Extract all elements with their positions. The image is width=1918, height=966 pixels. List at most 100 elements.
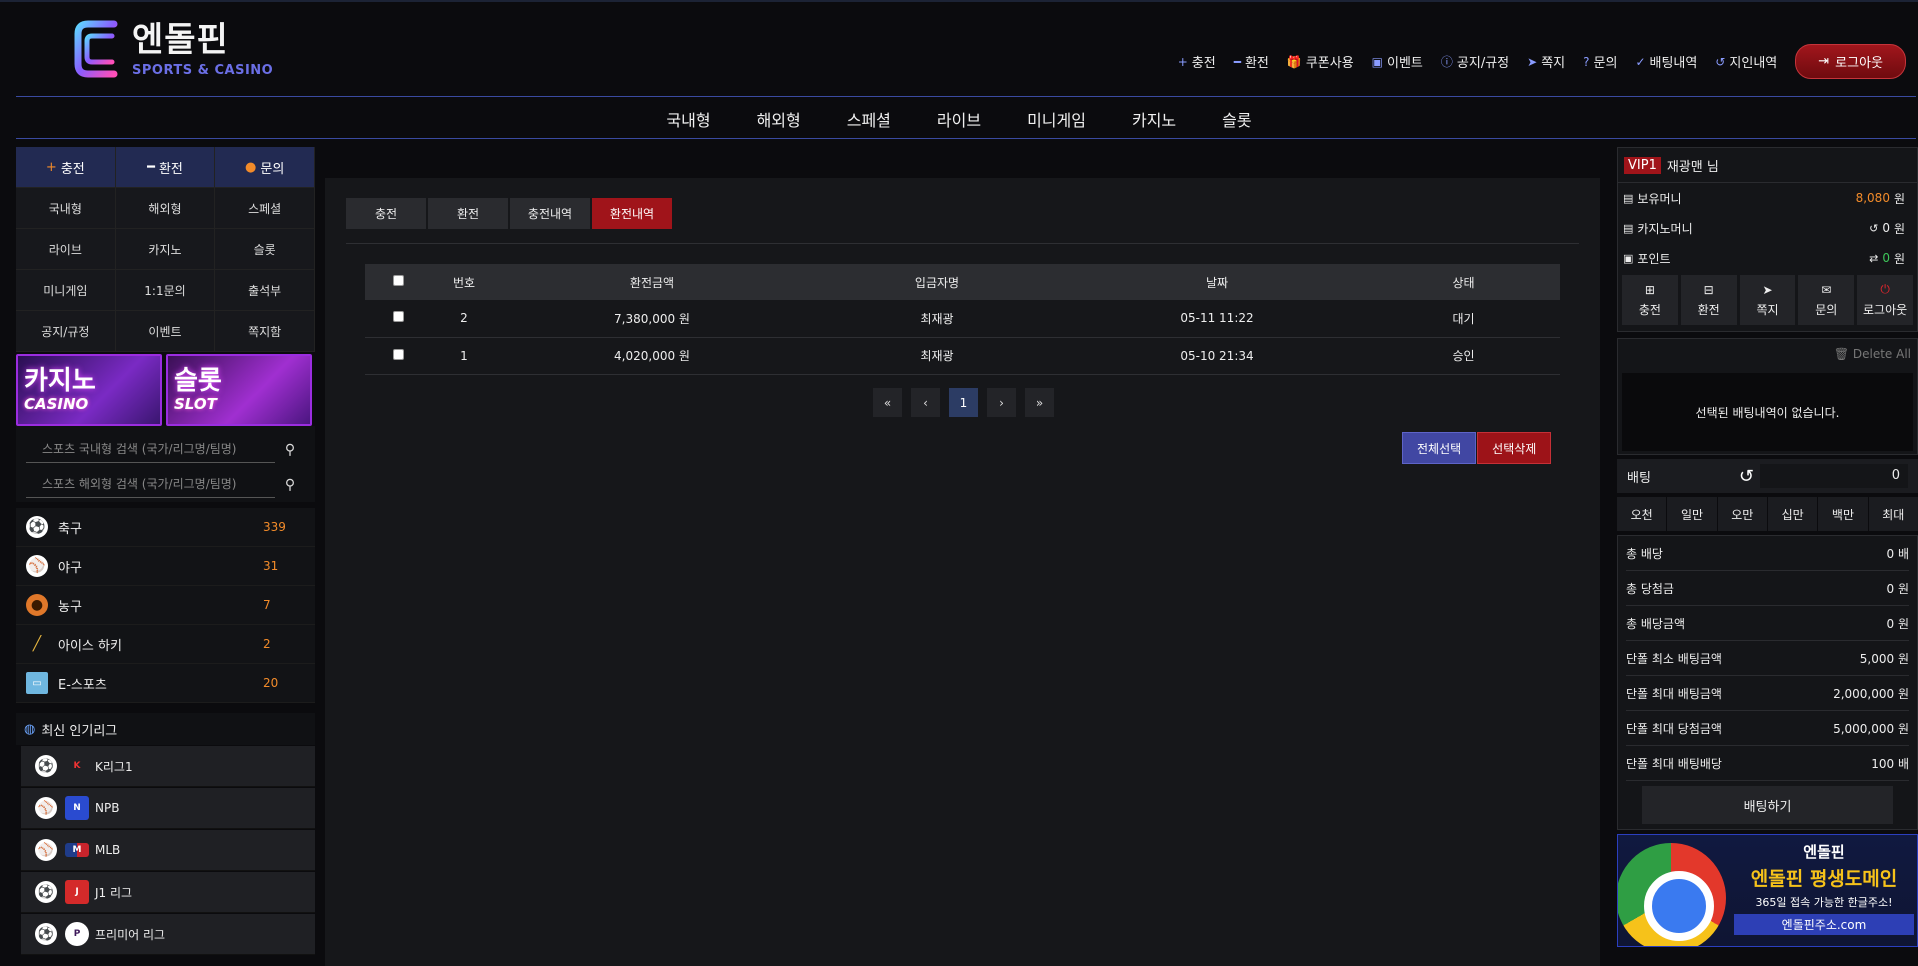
sport-count: 2 [263,637,271,651]
table-actions: 전체선택 선택삭제 [1402,432,1552,464]
select-all-checkbox[interactable] [392,275,404,286]
quick-logout-button[interactable]: ⏻ 로그아웃 [1857,275,1913,325]
left-menu-item[interactable]: 1:1문의 [115,270,216,311]
left-menu-item[interactable]: 스페셜 [215,188,315,229]
sport-item-esports[interactable]: ▭ E-스포츠 20 [16,664,315,703]
exchange-icon[interactable]: ⇄ [1869,252,1878,265]
left-menu-item[interactable]: 출석부 [215,270,315,311]
row-checkbox[interactable] [392,311,404,323]
soccer-icon: ⚽ [26,516,48,538]
left-withdraw-button[interactable]: ━ 환전 [115,147,216,188]
amount-10000-button[interactable]: 일만 [1667,497,1717,531]
casino-money-label: 카지노머니 [1637,221,1693,236]
left-menu-item[interactable]: 카지노 [115,229,216,270]
logo[interactable]: 엔돌핀 SPORTS & CASINO [74,18,273,80]
left-menu-item[interactable]: 공지/규정 [16,311,116,352]
sport-item-baseball[interactable]: ⚾ 야구 31 [16,547,315,586]
top-menu-inquiry[interactable]: ? 문의 [1583,52,1617,72]
nav-special[interactable]: 스페셜 [824,97,914,137]
amount-1000000-button[interactable]: 백만 [1818,497,1868,531]
game-banners: 카지노 CASINO 슬롯 SLOT [16,354,315,426]
left-deposit-button[interactable]: + 충전 [16,147,116,188]
basketball-icon: ● [26,594,48,616]
left-menu-item[interactable]: 해외형 [115,188,216,229]
domestic-search-input[interactable] [26,436,275,463]
left-menu-item[interactable]: 쪽지함 [215,311,315,352]
sport-item-soccer[interactable]: ⚽ 축구 339 [16,508,315,547]
left-inquiry-button[interactable]: ● 문의 [215,147,315,188]
last-page-button[interactable]: » [1025,388,1054,417]
money-value: 8,080 [1855,191,1890,205]
left-menu-item[interactable]: 국내형 [16,188,116,229]
cell-name: 최재광 [807,337,1067,375]
league-item-npb[interactable]: ⚾ N NPB [21,788,315,829]
top-menu-withdraw[interactable]: ━ 환전 [1234,52,1269,72]
league-item-j1[interactable]: ⚽ J J1 리그 [21,872,315,913]
nav-casino[interactable]: 카지노 [1109,97,1199,137]
bet-amount-input[interactable]: 0 [1760,464,1908,488]
tab-withdraw-history[interactable]: 환전내역 [592,198,672,229]
top-menu-notice[interactable]: ⓘ 공지/규정 [1441,52,1509,71]
top-menu-event[interactable]: ▣ 이벤트 [1372,52,1423,72]
top-menu-referral[interactable]: ↺ 지인내역 [1715,52,1777,72]
amount-50000-button[interactable]: 오만 [1717,497,1767,531]
row-checkbox[interactable] [392,348,404,360]
league-item-premier[interactable]: ⚽ P 프리미어 리그 [21,914,315,955]
tab-deposit-history[interactable]: 충전내역 [510,198,590,229]
top-menu-deposit[interactable]: + 충전 [1178,52,1216,72]
tab-withdraw[interactable]: 환전 [428,198,508,229]
sport-count: 31 [263,559,279,573]
point-row: ▣ 포인트 ⇄ 0 원 [1618,243,1917,273]
table-header-row: 번호 환전금액 입금자명 날짜 상태 [365,264,1560,300]
delete-selected-button[interactable]: 선택삭제 [1477,432,1552,464]
premier-league-logo-icon: P [65,922,89,946]
quick-withdraw-button[interactable]: ⊟ 환전 [1680,275,1737,325]
logout-button[interactable]: ⇥ 로그아웃 [1795,44,1906,79]
sport-name: 야구 [58,560,82,576]
search-icon[interactable]: ⚲ [275,477,305,493]
page-number-button[interactable]: 1 [949,388,978,417]
left-menu-item[interactable]: 이벤트 [115,311,216,352]
nav-overseas[interactable]: 해외형 [734,97,824,137]
refresh-icon[interactable]: ↺ [1869,222,1878,235]
reset-icon[interactable]: ↺ [1739,466,1754,487]
column-header: 입금자명 [807,264,1067,300]
top-menu-label: 충전 [1191,56,1216,71]
left-menu-item[interactable]: 미니게임 [16,270,116,311]
overseas-search-input[interactable] [26,471,275,498]
casino-banner[interactable]: 카지노 CASINO [16,354,162,426]
quick-deposit-button[interactable]: ⊞ 충전 [1622,275,1678,325]
search-icon[interactable]: ⚲ [275,442,305,458]
delete-all-button[interactable]: 🗑 Delete All [1834,347,1911,361]
sport-item-hockey[interactable]: ╱ 아이스 하키 2 [16,625,315,664]
nav-live[interactable]: 라이브 [914,97,1004,137]
amount-100000-button[interactable]: 십만 [1767,497,1818,531]
info-row: 단폴 최대 당첨금액 5,000,000 원 [1626,711,1909,746]
cell-amount: 4,020,000 원 [497,337,807,375]
amount-5000-button[interactable]: 오천 [1617,497,1667,531]
left-menu-item[interactable]: 슬롯 [215,229,315,270]
quick-inquiry-button[interactable]: ✉ 문의 [1798,275,1855,325]
prev-page-button[interactable]: ‹ [911,388,940,417]
next-page-button[interactable]: › [987,388,1016,417]
first-page-button[interactable]: « [873,388,902,417]
select-all-button[interactable]: 전체선택 [1402,432,1477,464]
nav-minigame[interactable]: 미니게임 [1004,97,1109,137]
amount-max-button[interactable]: 최대 [1868,497,1918,531]
league-item-k-league[interactable]: ⚽ K K리그1 [21,746,315,787]
slot-banner[interactable]: 슬롯 SLOT [166,354,312,426]
left-menu-item[interactable]: 라이브 [16,229,116,270]
nav-slot[interactable]: 슬롯 [1199,97,1274,137]
tab-deposit[interactable]: 충전 [346,198,426,229]
domain-promo-banner[interactable]: 엔돌핀 엔돌핀 평생도메인 365일 접속 가능한 한글주소! 엔돌핀주소.co… [1617,834,1918,947]
top-menu-message[interactable]: ➤ 쪽지 [1527,52,1565,72]
top-menu-bet-history[interactable]: ✓ 배팅내역 [1635,52,1697,72]
sport-name: 아이스 하키 [58,638,122,654]
nav-domestic[interactable]: 국내형 [643,97,733,137]
top-menu-coupon[interactable]: 🎁 쿠폰사용 [1287,52,1354,72]
place-bet-button[interactable]: 배팅하기 [1642,786,1893,824]
league-item-mlb[interactable]: ⚾ M MLB [21,830,315,871]
quick-message-button[interactable]: ➤ 쪽지 [1739,275,1796,325]
sport-item-basketball[interactable]: ● 농구 7 [16,586,315,625]
league-name: NPB [95,801,120,815]
